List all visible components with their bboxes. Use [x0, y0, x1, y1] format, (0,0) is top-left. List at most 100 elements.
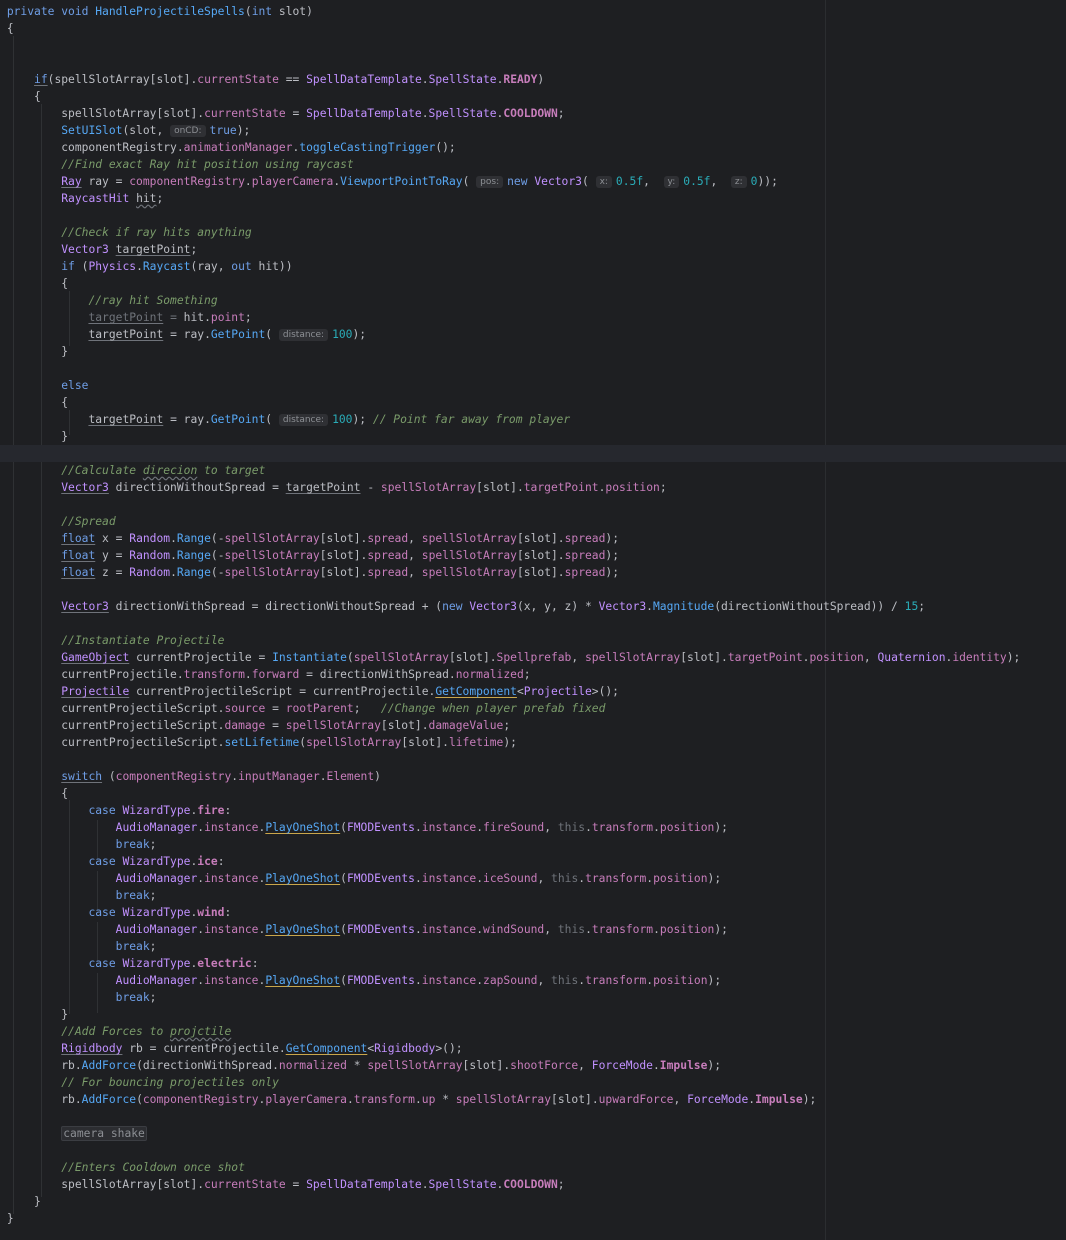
- code-token: z =: [95, 566, 130, 579]
- code-line[interactable]: [0, 496, 1066, 513]
- code-line[interactable]: rb.AddForce(directionWithSpread.normaliz…: [0, 1057, 1066, 1074]
- code-token: (-: [210, 566, 225, 579]
- code-token: instance: [204, 821, 259, 834]
- code-line[interactable]: GameObject currentProjectile = Instantia…: [0, 649, 1066, 666]
- code-line[interactable]: AudioManager.instance.PlayOneShot(FMODEv…: [0, 921, 1066, 938]
- code-line[interactable]: //Enters Cooldown once shot: [0, 1159, 1066, 1176]
- code-line[interactable]: {: [0, 20, 1066, 37]
- code-token: Range: [176, 566, 211, 579]
- code-line[interactable]: camera shake: [0, 1125, 1066, 1142]
- code-line[interactable]: [0, 445, 1066, 462]
- code-line[interactable]: case WizardType.ice:: [0, 853, 1066, 870]
- code-token: ): [537, 73, 545, 86]
- code-line[interactable]: break;: [0, 989, 1066, 1006]
- code-token: targetPoint: [88, 328, 164, 341]
- code-line[interactable]: [0, 207, 1066, 224]
- code-line[interactable]: [0, 615, 1066, 632]
- code-line[interactable]: //ray hit Something: [0, 292, 1066, 309]
- code-line[interactable]: [0, 37, 1066, 54]
- code-line[interactable]: {: [0, 275, 1066, 292]
- code-line[interactable]: targetPoint = ray.GetPoint( distance: 100…: [0, 326, 1066, 343]
- code-line[interactable]: currentProjectileScript.source = rootPar…: [0, 700, 1066, 717]
- code-line[interactable]: rb.AddForce(componentRegistry.playerCame…: [0, 1091, 1066, 1108]
- code-token: spellSlotArray: [421, 566, 517, 579]
- code-line[interactable]: AudioManager.instance.PlayOneShot(FMODEv…: [0, 870, 1066, 887]
- code-token: ;: [503, 719, 511, 732]
- code-line[interactable]: float y = Random.Range(-spellSlotArray[s…: [0, 547, 1066, 564]
- code-line[interactable]: SetUISlot(slot, onCD: true);: [0, 122, 1066, 139]
- code-line[interactable]: [0, 1108, 1066, 1125]
- code-line[interactable]: targetPoint = hit.point;: [0, 309, 1066, 326]
- code-token: ForceMode: [591, 1059, 653, 1072]
- code-line[interactable]: [0, 581, 1066, 598]
- code-line[interactable]: break;: [0, 836, 1066, 853]
- code-line[interactable]: {: [0, 394, 1066, 411]
- code-token: spellSlotArray: [285, 719, 381, 732]
- code-line[interactable]: [0, 1142, 1066, 1159]
- folded-region[interactable]: camera shake: [61, 1126, 147, 1141]
- code-token: spread: [564, 549, 606, 562]
- code-line[interactable]: float z = Random.Range(-spellSlotArray[s…: [0, 564, 1066, 581]
- code-token: Ray: [61, 175, 82, 188]
- code-line[interactable]: //Spread: [0, 513, 1066, 530]
- code-line[interactable]: currentProjectileScript.damage = spellSl…: [0, 717, 1066, 734]
- code-token: currentProjectileScript.: [6, 736, 225, 749]
- code-token: SpellDataTemplate: [306, 73, 422, 86]
- code-line[interactable]: Vector3 directionWithSpread = directionW…: [0, 598, 1066, 615]
- code-token: ;: [523, 668, 531, 681]
- code-line[interactable]: case WizardType.wind:: [0, 904, 1066, 921]
- code-token: .: [170, 532, 177, 545]
- code-line[interactable]: else: [0, 377, 1066, 394]
- code-line[interactable]: [0, 54, 1066, 71]
- code-line[interactable]: if (Physics.Raycast(ray, out hit)): [0, 258, 1066, 275]
- code-line[interactable]: Vector3 targetPoint;: [0, 241, 1066, 258]
- code-line[interactable]: switch (componentRegistry.inputManager.E…: [0, 768, 1066, 785]
- code-line[interactable]: spellSlotArray[slot].currentState = Spel…: [0, 1176, 1066, 1193]
- code-token: =: [285, 1178, 307, 1191]
- code-token: );: [352, 413, 373, 426]
- code-line[interactable]: componentRegistry.animationManager.toggl…: [0, 139, 1066, 156]
- code-line[interactable]: // For bouncing projectiles only: [0, 1074, 1066, 1091]
- code-line[interactable]: targetPoint = ray.GetPoint( distance: 100…: [0, 411, 1066, 428]
- code-line[interactable]: break;: [0, 887, 1066, 904]
- code-line[interactable]: //Add Forces to projctile: [0, 1023, 1066, 1040]
- code-line[interactable]: case WizardType.electric:: [0, 955, 1066, 972]
- code-token: GetPoint: [210, 413, 266, 426]
- code-line[interactable]: }: [0, 428, 1066, 445]
- code-line[interactable]: RaycastHit hit;: [0, 190, 1066, 207]
- code-line[interactable]: }: [0, 1193, 1066, 1210]
- code-line[interactable]: //Check if ray hits anything: [0, 224, 1066, 241]
- code-line[interactable]: Rigidbody rb = currentProjectile.GetComp…: [0, 1040, 1066, 1057]
- code-token: new: [442, 600, 470, 613]
- code-line[interactable]: Ray ray = componentRegistry.playerCamera…: [0, 173, 1066, 190]
- code-line[interactable]: break;: [0, 938, 1066, 955]
- code-editor[interactable]: private void HandleProjectileSpells(int …: [0, 3, 1066, 1227]
- code-line[interactable]: currentProjectileScript.setLifetime(spel…: [0, 734, 1066, 751]
- code-line[interactable]: [0, 751, 1066, 768]
- code-line[interactable]: }: [0, 1210, 1066, 1227]
- code-token: -: [360, 481, 381, 494]
- code-token: ;: [149, 940, 157, 953]
- code-line[interactable]: {: [0, 88, 1066, 105]
- code-line[interactable]: private void HandleProjectileSpells(int …: [0, 3, 1066, 20]
- code-line[interactable]: Projectile currentProjectileScript = cur…: [0, 683, 1066, 700]
- code-line[interactable]: AudioManager.instance.PlayOneShot(FMODEv…: [0, 972, 1066, 989]
- code-line[interactable]: //Instantiate Projectile: [0, 632, 1066, 649]
- code-line[interactable]: float x = Random.Range(-spellSlotArray[s…: [0, 530, 1066, 547]
- code-line[interactable]: AudioManager.instance.PlayOneShot(FMODEv…: [0, 819, 1066, 836]
- code-token: ;: [190, 243, 198, 256]
- code-line[interactable]: spellSlotArray[slot].currentState = Spel…: [0, 105, 1066, 122]
- code-line[interactable]: Vector3 directionWithoutSpread = targetP…: [0, 479, 1066, 496]
- code-line[interactable]: currentProjectile.transform.forward = di…: [0, 666, 1066, 683]
- code-line[interactable]: //Find exact Ray hit position using rayc…: [0, 156, 1066, 173]
- code-line[interactable]: }: [0, 343, 1066, 360]
- code-line[interactable]: [0, 360, 1066, 377]
- code-line[interactable]: case WizardType.fire:: [0, 802, 1066, 819]
- code-line[interactable]: //Calculate direcion to target: [0, 462, 1066, 479]
- code-line[interactable]: if(spellSlotArray[slot].currentState == …: [0, 71, 1066, 88]
- code-line[interactable]: }: [0, 1006, 1066, 1023]
- code-line[interactable]: {: [0, 785, 1066, 802]
